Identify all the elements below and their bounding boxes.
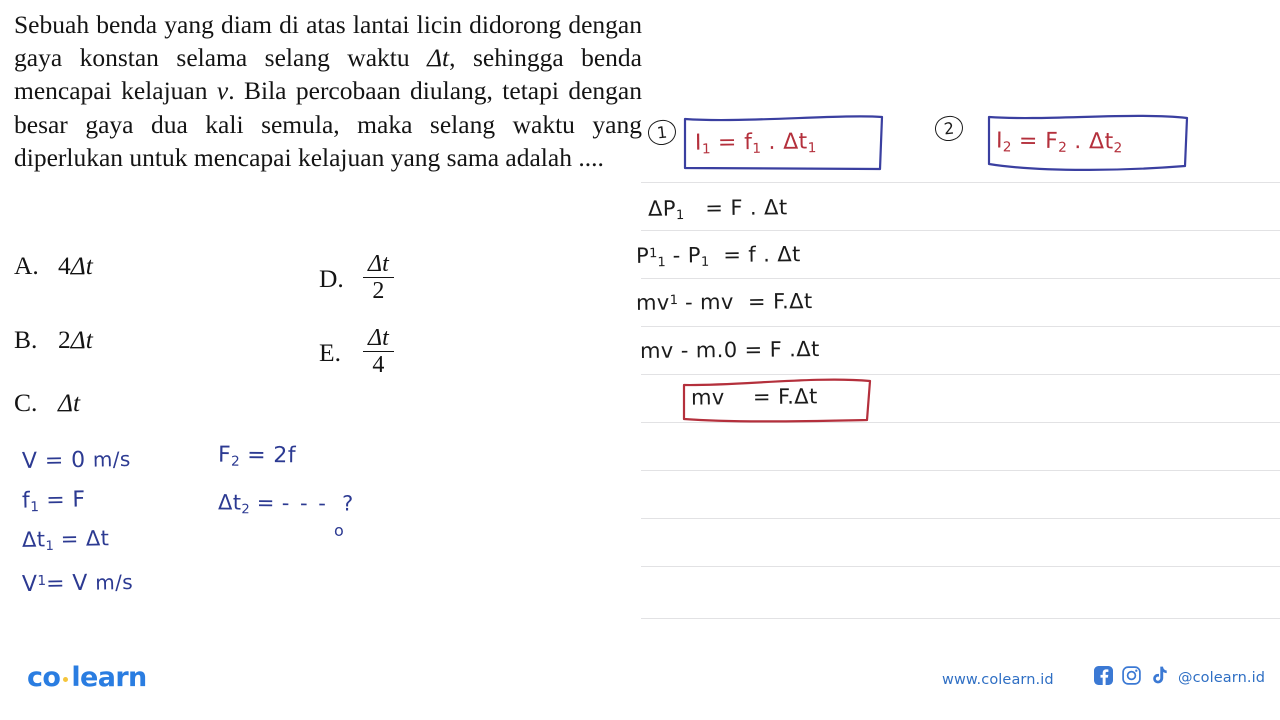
- handwritten-note-v-final: V1= V m/s: [21, 569, 134, 598]
- fraction-numerator: Δt: [368, 325, 389, 351]
- handwritten-note-v-initial: V = 0 m/s: [21, 446, 131, 475]
- option-e-value: Δt 4: [363, 326, 394, 379]
- derivation-line-2: P11 - P1 = f . Δt: [635, 242, 801, 271]
- option-c[interactable]: C. Δt: [14, 388, 80, 418]
- ruled-line-10: [641, 618, 1280, 619]
- option-e-letter: E.: [319, 337, 341, 367]
- derivation-line-4: mv - m.0 = F .Δt: [639, 337, 820, 363]
- ruled-line-7: [641, 470, 1280, 471]
- ruled-line-6: [641, 422, 1280, 423]
- ruled-line-5: [641, 374, 1280, 375]
- tiktok-icon[interactable]: [1150, 666, 1167, 690]
- fraction-numerator: Δt: [368, 251, 389, 277]
- option-d-letter: D.: [319, 263, 344, 293]
- option-c-letter: C.: [14, 388, 38, 417]
- result-text: mv = F.Δt: [690, 384, 818, 410]
- option-b[interactable]: B. 2Δt: [14, 325, 93, 355]
- footer: co learn www.colearn.id @colearn.id: [0, 648, 1280, 720]
- option-b-letter: B.: [14, 325, 38, 354]
- social-links: @colearn.id: [1094, 666, 1265, 690]
- handwritten-note-f2: F2 = 2f: [217, 442, 297, 470]
- handwritten-note-f1: f1 = F: [21, 487, 86, 516]
- option-c-value: Δt: [58, 388, 81, 417]
- ruled-line-1: [641, 182, 1280, 183]
- ruled-line-9: [641, 566, 1280, 567]
- logo-dot: [63, 677, 69, 682]
- ruled-lines: [641, 0, 1280, 640]
- ruled-line-2: [641, 230, 1280, 231]
- handwritten-note-dt1: Δt1 = Δt: [21, 526, 110, 555]
- derivation-line-1: ΔP1 = F . Δt: [647, 195, 788, 224]
- option-d[interactable]: D. Δt 2: [319, 252, 394, 305]
- option-a-value: 4Δt: [58, 251, 93, 280]
- website-url[interactable]: www.colearn.id: [942, 672, 1054, 688]
- derivation-line-3: mv1 - mv = F.Δt: [635, 289, 813, 315]
- ruled-line-3: [641, 278, 1280, 279]
- logo-text-co: co: [27, 662, 61, 693]
- colearn-logo: co learn: [27, 662, 147, 693]
- handwritten-note-dt2-dot: o: [334, 521, 345, 540]
- formula-1-text: I1 = f1 . Δt1: [694, 129, 817, 158]
- social-handle: @colearn.id: [1178, 670, 1266, 686]
- fraction-dt-over-2: Δt 2: [363, 252, 394, 304]
- fraction-dt-over-4: Δt 4: [363, 326, 394, 378]
- facebook-icon[interactable]: [1094, 666, 1113, 690]
- option-b-value: 2Δt: [58, 325, 93, 354]
- ruled-line-4: [641, 326, 1280, 327]
- option-e[interactable]: E. Δt 4: [319, 326, 394, 379]
- handwritten-note-dt2: Δt2 = - - - ?: [217, 490, 354, 518]
- fraction-denominator: 2: [363, 277, 394, 304]
- question-text: Sebuah benda yang diam di atas lantai li…: [14, 10, 642, 172]
- option-a-letter: A.: [14, 251, 39, 280]
- logo-text-learn: learn: [71, 662, 147, 693]
- ruled-line-8: [641, 518, 1280, 519]
- formula-2-text: I2 = F2 . Δt2: [995, 128, 1123, 157]
- instagram-icon[interactable]: [1122, 666, 1141, 690]
- step-marker-2: 2: [933, 114, 965, 143]
- option-a[interactable]: A. 4Δt: [14, 251, 93, 281]
- fraction-denominator: 4: [363, 351, 394, 378]
- step-marker-1: 1: [646, 118, 678, 147]
- option-d-value: Δt 2: [363, 252, 394, 305]
